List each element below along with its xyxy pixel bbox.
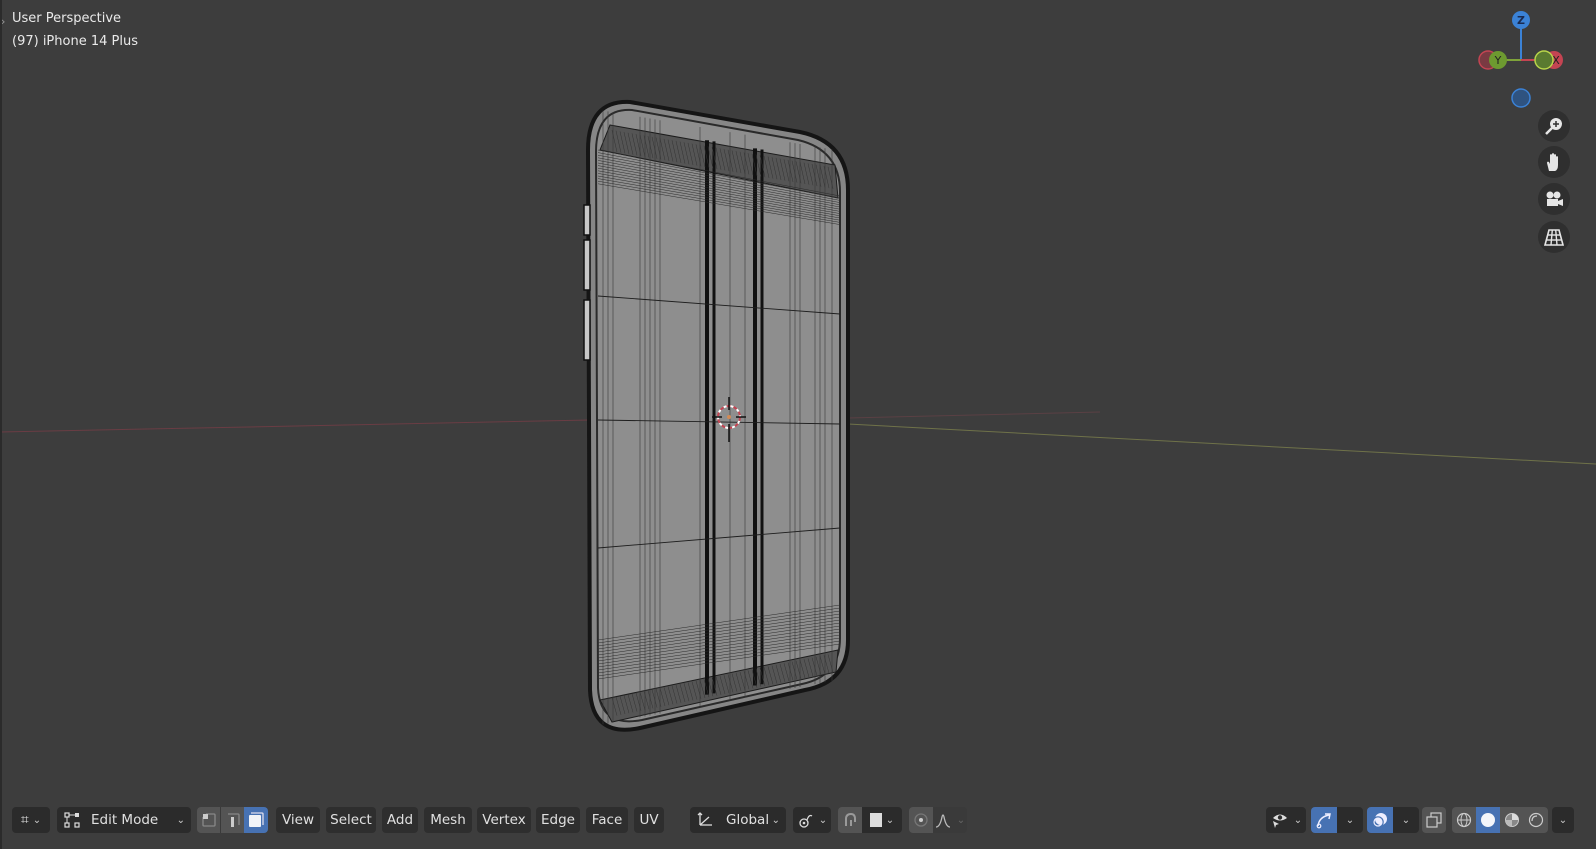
menu-view[interactable]: View <box>276 807 320 833</box>
y-axis-line <box>847 423 1596 465</box>
orientation-icon <box>697 812 712 826</box>
orientation-label: Global <box>726 812 770 828</box>
toolbar-expand-arrow[interactable]: › <box>1 15 5 28</box>
proportional-icon <box>914 813 928 827</box>
solid-shading-icon <box>1481 813 1495 827</box>
viewport-icon: ⌗ <box>20 812 29 828</box>
rendered-shading-icon <box>1528 812 1544 828</box>
chevron-down-icon: ⌄ <box>885 814 895 826</box>
wireframe-shading-icon <box>1456 812 1472 828</box>
pivot-point-dropdown[interactable]: ⌄ <box>793 807 831 833</box>
vertex-select-icon <box>201 813 216 827</box>
gizmo-z-label: Z <box>1517 14 1525 27</box>
grid-icon <box>1543 229 1565 246</box>
mode-label: Edit Mode <box>91 812 159 828</box>
proportional-editing-toggle[interactable] <box>909 807 933 833</box>
vertex-select-button[interactable] <box>197 807 220 833</box>
chevron-down-icon: ⌄ <box>176 814 185 826</box>
falloff-curve-icon <box>935 814 950 828</box>
chevron-down-icon: ⌄ <box>32 814 42 826</box>
chevron-down-icon: ⌄ <box>1401 814 1411 826</box>
menu-mesh[interactable]: Mesh <box>424 807 472 833</box>
xray-icon <box>1426 812 1442 828</box>
snap-increment-icon <box>869 813 882 827</box>
view-name-label: User Perspective <box>12 11 122 26</box>
camera-view-button[interactable] <box>1538 183 1570 215</box>
menu-face[interactable]: Face <box>586 807 628 833</box>
falloff-dropdown[interactable]: ⌄ <box>933 807 967 833</box>
chevron-down-icon: ⌄ <box>956 814 966 826</box>
zoom-button[interactable] <box>1538 110 1570 142</box>
menu-select[interactable]: Select <box>326 807 376 833</box>
visibility-dropdown[interactable]: ⌄ <box>1266 807 1306 833</box>
overlay-group[interactable]: ⌄ <box>1367 807 1419 833</box>
menu-add[interactable]: Add <box>382 807 418 833</box>
gizmo-group[interactable]: ⌄ <box>1311 807 1363 833</box>
eye-icon <box>1272 814 1287 828</box>
3d-viewport[interactable]: › User Perspective (97) iPhone 14 Plus Y… <box>0 0 1596 849</box>
gizmo-neg-y[interactable] <box>1534 50 1554 70</box>
shading-mode-group[interactable] <box>1452 807 1548 833</box>
edge-select-icon <box>227 813 240 827</box>
overlay-dropdown[interactable]: ⌄ <box>1393 807 1419 833</box>
x-axis-line <box>0 419 591 433</box>
chevron-down-icon: ⌄ <box>1558 814 1568 826</box>
edge-select-button[interactable] <box>220 807 244 833</box>
shading-options-dropdown[interactable]: ⌄ <box>1552 807 1574 833</box>
editor-type-dropdown[interactable]: ⌗ ⌄ <box>12 807 50 833</box>
transform-orientation-dropdown[interactable]: Global ⌄ <box>690 807 786 833</box>
gizmo-dropdown[interactable]: ⌄ <box>1337 807 1363 833</box>
face-select-icon <box>249 812 264 827</box>
gizmo-y-label: Y <box>1494 54 1502 67</box>
gizmo-neg-z[interactable] <box>1511 88 1531 108</box>
snap-target-dropdown[interactable]: ⌄ <box>862 807 902 833</box>
phone-mesh[interactable] <box>583 99 850 732</box>
face-select-button[interactable] <box>244 807 268 833</box>
hand-icon <box>1547 153 1558 171</box>
pan-button[interactable] <box>1538 146 1570 178</box>
select-mode-group[interactable] <box>197 807 268 833</box>
scene-canvas[interactable] <box>0 0 1596 849</box>
chevron-down-icon: ⌄ <box>1293 814 1303 826</box>
navigation-gizmo[interactable]: Y X Z <box>1470 5 1596 115</box>
material-shading-icon <box>1505 813 1519 827</box>
viewport-left-border <box>0 0 2 849</box>
side-button-mid <box>583 239 591 291</box>
proportional-editing-group[interactable]: ⌄ <box>909 807 967 833</box>
shading-solid-button[interactable] <box>1476 807 1500 833</box>
menu-uv[interactable]: UV <box>634 807 664 833</box>
camera-icon <box>1546 191 1563 206</box>
chevron-down-icon: ⌄ <box>818 814 828 826</box>
mode-dropdown[interactable]: Edit Mode ⌄ <box>57 807 191 833</box>
chevron-down-icon: ⌄ <box>1345 814 1355 826</box>
shading-rendered-button[interactable] <box>1524 807 1548 833</box>
overlay-icon <box>1372 813 1387 828</box>
overlay-toggle[interactable] <box>1367 807 1393 833</box>
side-button-low <box>583 299 591 361</box>
chevron-down-icon: ⌄ <box>771 814 780 826</box>
zoom-in-icon <box>1545 118 1562 135</box>
snapping-group[interactable]: ⌄ <box>838 807 902 833</box>
xray-toggle[interactable] <box>1422 807 1446 833</box>
menu-vertex[interactable]: Vertex <box>477 807 531 833</box>
side-button-top <box>583 204 591 236</box>
perspective-toggle-button[interactable] <box>1538 221 1570 253</box>
x-axis-line-right <box>847 411 1101 419</box>
gizmo-arrow-icon <box>1316 813 1331 829</box>
shading-material-button[interactable] <box>1500 807 1524 833</box>
active-object-label: (97) iPhone 14 Plus <box>12 34 138 49</box>
gizmo-toggle[interactable] <box>1311 807 1337 833</box>
menu-edge[interactable]: Edge <box>536 807 580 833</box>
snap-toggle[interactable] <box>838 807 862 833</box>
edit-mode-icon <box>64 812 80 828</box>
pivot-icon <box>799 814 813 828</box>
magnet-icon <box>845 812 856 826</box>
shading-wireframe-button[interactable] <box>1452 807 1476 833</box>
